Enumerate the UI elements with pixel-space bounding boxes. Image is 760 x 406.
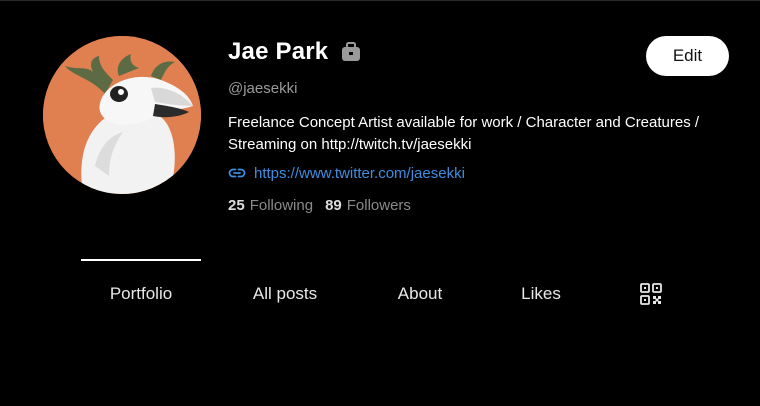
name-row: Jae Park [228,38,362,66]
profile-tabs: Portfolio All posts About Likes [81,259,701,329]
following-count: 25 [228,197,245,214]
tab-likes[interactable]: Likes [491,259,591,329]
followers-label: Followers [346,197,411,214]
followers-stat[interactable]: 89 Followers [325,197,411,214]
tab-all-posts[interactable]: All posts [225,259,345,329]
tab-qr-code[interactable] [626,259,676,329]
profile-handle: @jaesekki [228,80,298,97]
briefcase-icon [340,41,362,63]
tab-portfolio[interactable]: Portfolio [81,259,201,329]
following-stat[interactable]: 25 Following [228,197,313,214]
profile-stats: 25 Following 89 Followers [228,197,423,214]
profile-link[interactable]: https://www.twitter.com/jaesekki [254,165,465,182]
avatar[interactable] [43,36,201,194]
profile-bio: Freelance Concept Artist available for w… [228,114,700,153]
tab-about[interactable]: About [361,259,479,329]
qr-code-icon [640,283,662,305]
followers-count: 89 [325,197,342,214]
edit-profile-button[interactable]: Edit [646,36,729,76]
profile-link-row: https://www.twitter.com/jaesekki [228,164,465,182]
link-icon [228,164,246,182]
top-divider [0,0,760,1]
display-name: Jae Park [228,38,329,65]
following-label: Following [249,197,314,214]
